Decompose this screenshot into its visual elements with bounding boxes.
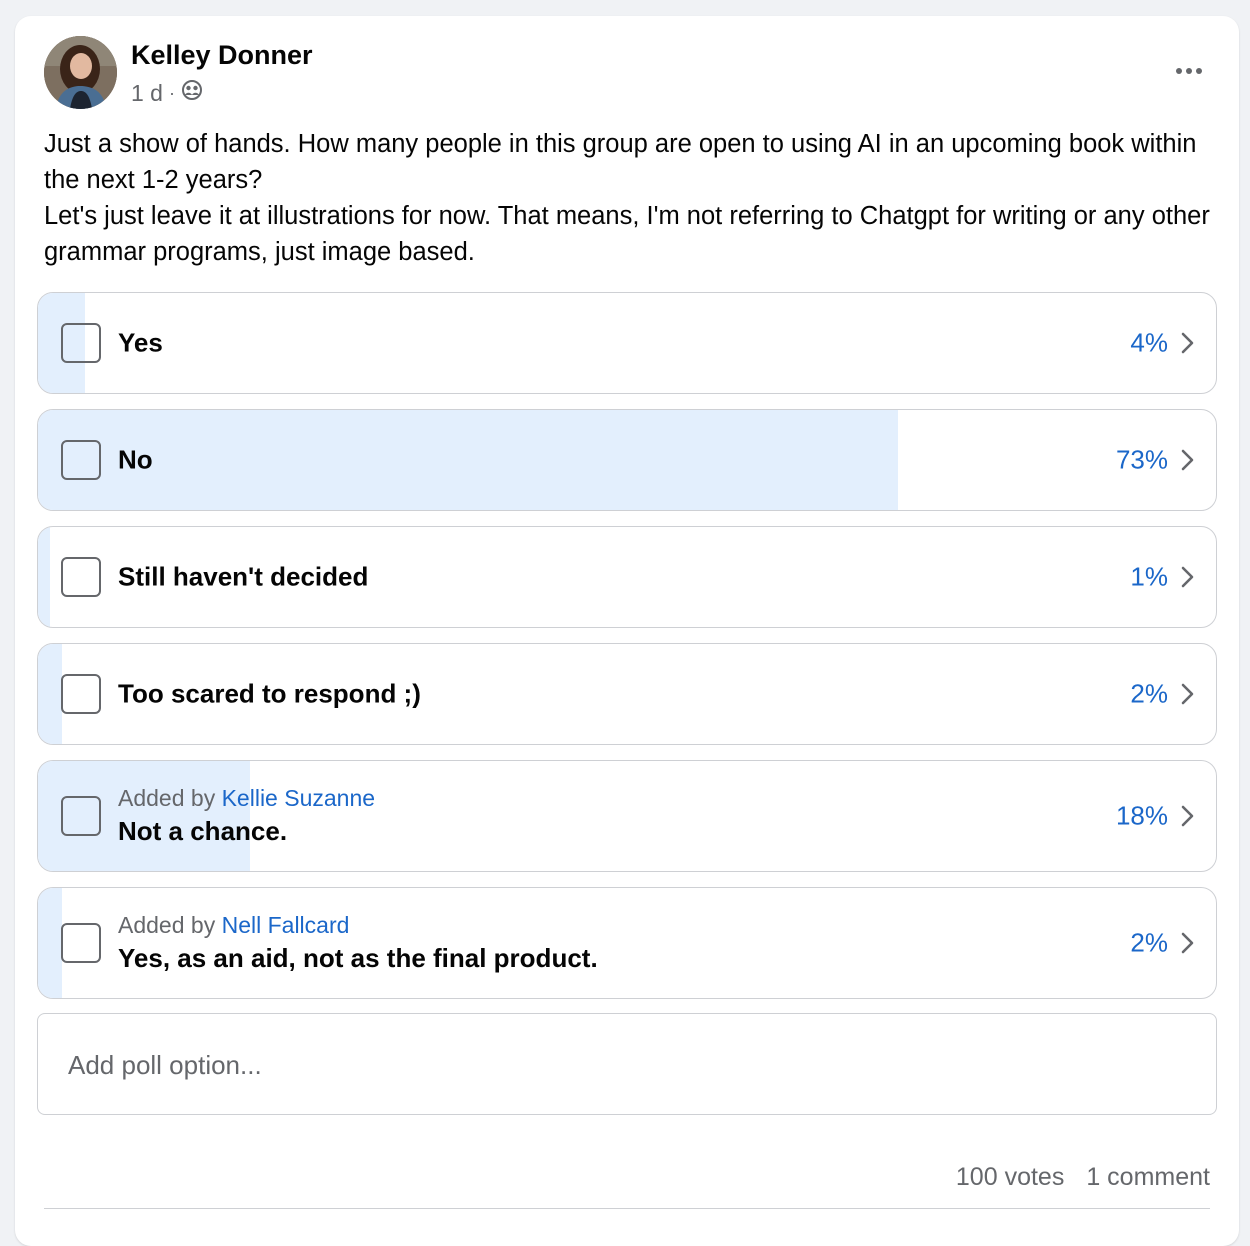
poll-option-label: Too scared to respond ;) bbox=[118, 678, 421, 709]
poll-option-percent[interactable]: 73% bbox=[1116, 445, 1168, 476]
more-dot-icon bbox=[1186, 68, 1192, 74]
chevron-right-icon[interactable] bbox=[1181, 449, 1194, 471]
chevron-right-icon[interactable] bbox=[1181, 683, 1194, 705]
post-card: Kelley Donner 1 d · Just a show of hands… bbox=[15, 16, 1239, 1246]
chevron-right-icon[interactable] bbox=[1181, 932, 1194, 954]
poll-result-bar bbox=[38, 888, 62, 998]
chevron-right-icon[interactable] bbox=[1181, 805, 1194, 827]
post-body: Just a show of hands. How many people in… bbox=[44, 126, 1214, 270]
comments-count[interactable]: 1 comment bbox=[1086, 1163, 1210, 1192]
group-icon bbox=[181, 79, 203, 107]
poll-option-label: Yes, as an aid, not as the final product… bbox=[118, 943, 598, 973]
add-poll-option-box bbox=[37, 1013, 1217, 1116]
chevron-right-icon[interactable] bbox=[1181, 566, 1194, 588]
poll-option-as-an-aid[interactable]: Added by Nell Fallcard Yes, as an aid, n… bbox=[37, 887, 1217, 999]
poll-option-content: Added by Nell Fallcard Yes, as an aid, n… bbox=[118, 910, 598, 976]
poll-checkbox[interactable] bbox=[61, 796, 101, 836]
post-text-paragraph: Let's just leave it at illustrations for… bbox=[44, 202, 1210, 266]
chevron-right-icon[interactable] bbox=[1181, 332, 1194, 354]
poll-option-percent[interactable]: 2% bbox=[1130, 928, 1168, 959]
meta-separator: · bbox=[168, 82, 175, 103]
poll-option-label: No bbox=[118, 444, 153, 475]
poll-option-too-scared[interactable]: Too scared to respond ;) 2% bbox=[37, 643, 1217, 745]
more-dot-icon bbox=[1176, 68, 1182, 74]
votes-count[interactable]: 100 votes bbox=[956, 1163, 1064, 1192]
post-time[interactable]: 1 d bbox=[131, 80, 163, 107]
poll-option-percent[interactable]: 1% bbox=[1130, 562, 1168, 593]
poll-option-not-a-chance[interactable]: Added by Kellie Suzanne Not a chance. 18… bbox=[37, 760, 1217, 872]
poll-option-undecided[interactable]: Still haven't decided 1% bbox=[37, 526, 1217, 628]
added-by-name-link[interactable]: Kellie Suzanne bbox=[222, 785, 375, 811]
poll-result-bar bbox=[38, 410, 898, 510]
poll-option-yes[interactable]: Yes 4% bbox=[37, 292, 1217, 394]
poll-option-label: Still haven't decided bbox=[118, 561, 369, 592]
poll-checkbox[interactable] bbox=[61, 557, 101, 597]
poll-option-no[interactable]: No 73% bbox=[37, 409, 1217, 511]
post-meta: 1 d · bbox=[131, 79, 203, 107]
poll-checkbox[interactable] bbox=[61, 923, 101, 963]
more-dot-icon bbox=[1196, 68, 1202, 74]
poll-option-percent[interactable]: 18% bbox=[1116, 801, 1168, 832]
poll-option-label: Not a chance. bbox=[118, 816, 288, 846]
added-by-prefix: Added by bbox=[118, 912, 216, 938]
poll-result-bar bbox=[38, 527, 50, 627]
divider bbox=[44, 1208, 1210, 1209]
added-by-prefix: Added by bbox=[118, 785, 216, 811]
poll-option-percent[interactable]: 2% bbox=[1130, 679, 1168, 710]
poll-result-bar bbox=[38, 644, 62, 744]
post-stats: 100 votes 1 comment bbox=[956, 1163, 1210, 1192]
poll-checkbox[interactable] bbox=[61, 440, 101, 480]
added-by-name-link[interactable]: Nell Fallcard bbox=[222, 912, 350, 938]
poll-option-label: Yes bbox=[118, 327, 163, 358]
poll-options: Yes 4% No 73% Still haven't decided 1% T… bbox=[37, 292, 1217, 1014]
added-by-line: Added by Nell Fallcard bbox=[118, 910, 598, 940]
add-poll-option-input[interactable] bbox=[66, 1014, 1170, 1116]
poll-checkbox[interactable] bbox=[61, 674, 101, 714]
poll-checkbox[interactable] bbox=[61, 323, 101, 363]
poll-option-percent[interactable]: 4% bbox=[1130, 328, 1168, 359]
avatar[interactable] bbox=[44, 36, 117, 109]
poll-option-content: Added by Kellie Suzanne Not a chance. bbox=[118, 783, 375, 849]
more-options-button[interactable] bbox=[1169, 56, 1209, 86]
post-text-paragraph: Just a show of hands. How many people in… bbox=[44, 130, 1197, 194]
added-by-line: Added by Kellie Suzanne bbox=[118, 783, 375, 813]
author-name[interactable]: Kelley Donner bbox=[131, 40, 313, 71]
